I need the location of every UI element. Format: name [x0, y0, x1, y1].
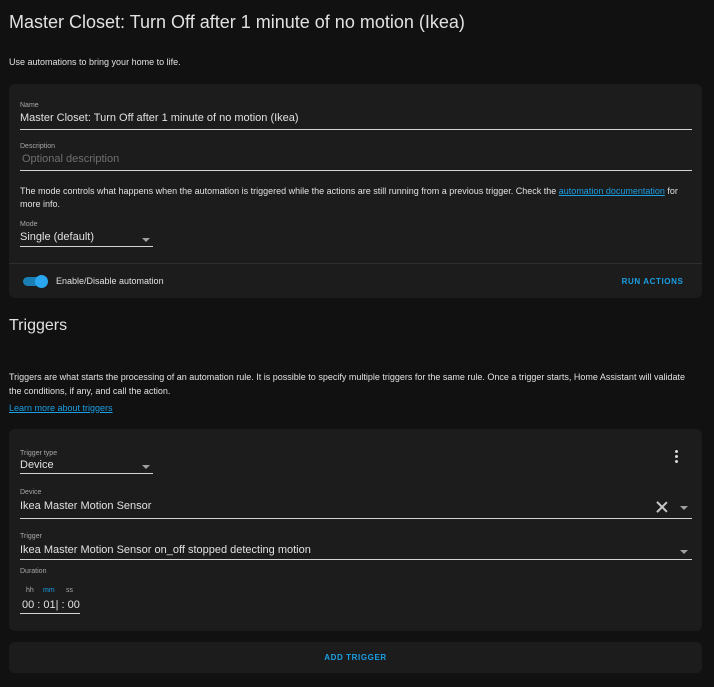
- name-field[interactable]: Name Master Closet: Turn Off after 1 min…: [20, 102, 692, 130]
- toggle-knob: [35, 275, 48, 288]
- chevron-down-icon: [142, 238, 150, 242]
- device-underline: [20, 518, 692, 519]
- duration-unit-minutes: mm: [43, 587, 55, 594]
- trigger-type-underline: [20, 473, 153, 474]
- automation-editor: Master Closet: Turn Off after 1 minute o…: [0, 0, 714, 687]
- page-title: Master Closet: Turn Off after 1 minute o…: [9, 12, 465, 32]
- chevron-down-icon: [142, 465, 150, 469]
- automation-documentation-link[interactable]: automation documentation: [559, 186, 665, 196]
- enable-automation-toggle[interactable]: [23, 275, 48, 288]
- device-value: Ikea Master Motion Sensor: [20, 500, 152, 512]
- name-input[interactable]: Master Closet: Turn Off after 1 minute o…: [20, 112, 299, 124]
- duration-underline: [20, 613, 80, 614]
- more-options-icon[interactable]: [673, 450, 681, 464]
- device-label: Device: [20, 489, 42, 496]
- trigger-value: Ikea Master Motion Sensor on_off stopped…: [20, 544, 311, 556]
- trigger-type-label: Trigger type: [20, 450, 58, 457]
- add-trigger-card: ADD TRIGGER: [9, 642, 702, 673]
- intro-text: Use automations to bring your home to li…: [9, 57, 181, 67]
- run-actions-button[interactable]: RUN ACTIONS: [615, 275, 690, 288]
- name-label: Name: [20, 102, 39, 109]
- mode-select[interactable]: Mode Single (default): [20, 221, 153, 247]
- description-field[interactable]: Description Optional description: [20, 143, 692, 171]
- trigger-type-value: Device: [20, 459, 54, 471]
- learn-more-triggers-link[interactable]: Learn more about triggers: [9, 403, 113, 413]
- trigger-select[interactable]: Trigger Ikea Master Motion Sensor on_off…: [20, 533, 692, 561]
- trigger-underline: [20, 559, 692, 560]
- chevron-down-icon[interactable]: [680, 506, 688, 510]
- automation-details-card: Name Master Closet: Turn Off after 1 min…: [9, 84, 702, 298]
- add-trigger-button[interactable]: ADD TRIGGER: [9, 642, 702, 673]
- mode-value: Single (default): [20, 231, 94, 243]
- chevron-down-icon: [680, 550, 688, 554]
- mode-note: The mode controls what happens when the …: [20, 185, 700, 211]
- device-select[interactable]: Device Ikea Master Motion Sensor: [20, 489, 692, 519]
- mode-underline: [20, 246, 153, 247]
- trigger-label: Trigger: [20, 533, 42, 540]
- toggle-label: Enable/Disable automation: [56, 276, 164, 286]
- name-underline: [20, 129, 692, 130]
- trigger-card: Trigger type Device Device Ikea Master M…: [9, 429, 702, 631]
- description-label: Description: [20, 143, 56, 150]
- trigger-type-select[interactable]: Trigger type Device: [20, 450, 153, 474]
- description-underline: [20, 170, 692, 171]
- close-icon[interactable]: [656, 501, 668, 513]
- duration-label: Duration: [20, 568, 47, 575]
- duration-unit-hours: hh: [26, 587, 34, 594]
- duration-input[interactable]: 00 : 01| : 00: [22, 599, 80, 611]
- mode-note-text: The mode controls what happens when the …: [20, 186, 559, 196]
- triggers-heading: Triggers: [9, 317, 68, 334]
- duration-unit-seconds: ss: [66, 587, 73, 594]
- description-input[interactable]: Optional description: [22, 153, 119, 165]
- triggers-description: Triggers are what starts the processing …: [9, 372, 685, 396]
- mode-label: Mode: [20, 221, 38, 228]
- card-divider: [9, 263, 702, 264]
